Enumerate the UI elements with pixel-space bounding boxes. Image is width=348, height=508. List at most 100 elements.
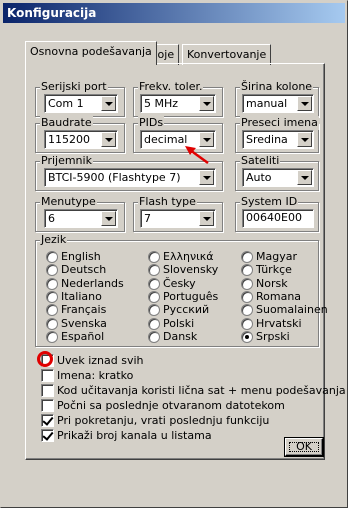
title-bar: Konfiguracija bbox=[3, 3, 345, 23]
name-cut-value: Sredina bbox=[246, 133, 288, 146]
radio-circle[interactable] bbox=[46, 264, 58, 276]
red-arrow-annotation bbox=[185, 146, 209, 165]
baudrate-select[interactable]: 115200 bbox=[44, 130, 118, 149]
language-radio-label: Dansk bbox=[163, 330, 198, 343]
radio-circle[interactable] bbox=[241, 318, 253, 330]
freq-tol-label: Frekv. toler. bbox=[138, 80, 204, 94]
language-radio-label: Türkçe bbox=[256, 263, 292, 276]
language-label: Jezik bbox=[40, 233, 68, 247]
checkbox-box[interactable] bbox=[41, 399, 54, 412]
radio-circle[interactable] bbox=[148, 278, 160, 290]
option-label: Pri pokretanju, vrati poslednju funkciju bbox=[57, 414, 270, 427]
tab-convert[interactable]: Konvertovanje bbox=[182, 44, 272, 65]
serial-port-label: Serijski port bbox=[40, 80, 108, 94]
ok-button[interactable]: OK bbox=[285, 438, 323, 456]
radio-circle[interactable] bbox=[148, 291, 160, 303]
language-radio-label: Hrvatski bbox=[256, 317, 302, 330]
radio-circle[interactable] bbox=[148, 251, 160, 263]
chevron-down-icon[interactable] bbox=[101, 96, 116, 111]
radio-circle[interactable] bbox=[46, 291, 58, 303]
chevron-down-icon[interactable] bbox=[199, 211, 214, 226]
radio-circle[interactable] bbox=[46, 278, 58, 290]
radio-circle[interactable] bbox=[46, 304, 58, 316]
language-radio-label: Suomalainen bbox=[256, 303, 328, 316]
chevron-down-icon[interactable] bbox=[101, 211, 116, 226]
config-dialog: Konfiguracija Osnovna podešavanja Boje K… bbox=[0, 0, 348, 508]
checkbox-box[interactable] bbox=[41, 369, 54, 382]
radio-circle[interactable] bbox=[241, 304, 253, 316]
col-width-group: Širina kolone manual bbox=[235, 80, 319, 117]
flash-type-group: Flash type 7 bbox=[133, 195, 223, 232]
chevron-down-icon[interactable] bbox=[297, 170, 312, 185]
system-id-value: 00640E00 bbox=[246, 211, 302, 224]
language-radio-label: Ελληνικά bbox=[163, 250, 214, 263]
red-circle-annotation bbox=[37, 351, 53, 367]
radio-circle[interactable] bbox=[46, 331, 58, 343]
chevron-down-icon[interactable] bbox=[297, 132, 312, 147]
language-radio-label: Español bbox=[61, 330, 105, 343]
radio-circle[interactable] bbox=[241, 291, 253, 303]
radio-circle[interactable] bbox=[46, 251, 58, 263]
baudrate-value: 115200 bbox=[48, 133, 90, 146]
radio-circle[interactable] bbox=[241, 278, 253, 290]
checkbox-box[interactable] bbox=[41, 414, 54, 427]
option-label: Kod učitavanja koristi lična sat + menu … bbox=[57, 384, 346, 397]
pids-label: PIDs bbox=[138, 116, 165, 130]
baudrate-group: Baudrate 115200 bbox=[35, 116, 125, 153]
chevron-down-icon[interactable] bbox=[297, 96, 312, 111]
radio-circle[interactable] bbox=[241, 331, 253, 343]
language-radio-label: Česky bbox=[163, 277, 196, 290]
freq-tol-select[interactable]: 5 MHz bbox=[140, 94, 216, 113]
flash-type-label: Flash type bbox=[138, 195, 197, 209]
serial-port-select[interactable]: Com 1 bbox=[44, 94, 118, 113]
menutype-select[interactable]: 6 bbox=[44, 209, 118, 228]
option-label: Imena: kratko bbox=[57, 369, 134, 382]
language-radio-label: Romana bbox=[256, 290, 302, 303]
radio-circle[interactable] bbox=[148, 304, 160, 316]
name-cut-select[interactable]: Sredina bbox=[242, 130, 314, 149]
receiver-select[interactable]: BTCI-5900 (Flashtype 7) bbox=[44, 168, 216, 187]
tab-label: Osnovna podešavanja bbox=[30, 45, 152, 58]
menutype-value: 6 bbox=[48, 212, 55, 225]
chevron-down-icon[interactable] bbox=[101, 132, 116, 147]
satellites-select[interactable]: Auto bbox=[242, 168, 314, 187]
language-radio-label: Srpski bbox=[256, 330, 290, 343]
satellites-group: Sateliti Auto bbox=[235, 154, 319, 191]
window-title: Konfiguracija bbox=[7, 6, 97, 20]
checkbox-box[interactable] bbox=[41, 384, 54, 397]
language-radio-label: Français bbox=[61, 303, 107, 316]
system-id-input[interactable]: 00640E00 bbox=[242, 209, 314, 228]
receiver-value: BTCI-5900 (Flashtype 7) bbox=[48, 171, 181, 184]
tab-label: Konvertovanje bbox=[187, 48, 267, 61]
option-label: Prikaži broj kanala u listama bbox=[57, 429, 212, 442]
option-label: Uvek iznad svih bbox=[57, 354, 144, 367]
system-id-group: System ID 00640E00 bbox=[235, 195, 319, 232]
tab-basic-settings[interactable]: Osnovna podešavanja bbox=[25, 41, 157, 67]
menutype-label: Menutype bbox=[40, 195, 97, 209]
language-radio-label: Русский bbox=[163, 303, 210, 316]
system-id-label: System ID bbox=[240, 195, 299, 209]
serial-port-value: Com 1 bbox=[48, 97, 84, 110]
checkbox-box[interactable] bbox=[41, 429, 54, 442]
language-radio-label: Deutsch bbox=[61, 263, 107, 276]
language-radio-label: Nederlands bbox=[61, 277, 124, 290]
language-radio-label: English bbox=[61, 250, 101, 263]
name-cut-label: Preseci imena bbox=[240, 116, 319, 130]
radio-circle[interactable] bbox=[148, 318, 160, 330]
radio-circle[interactable] bbox=[148, 264, 160, 276]
chevron-down-icon[interactable] bbox=[199, 96, 214, 111]
col-width-label: Širina kolone bbox=[240, 80, 314, 94]
freq-tol-value: 5 MHz bbox=[144, 97, 179, 110]
chevron-down-icon[interactable] bbox=[199, 170, 214, 185]
receiver-label: Prijemnik bbox=[40, 154, 93, 168]
satellites-value: Auto bbox=[246, 171, 272, 184]
radio-circle[interactable] bbox=[241, 251, 253, 263]
radio-circle[interactable] bbox=[241, 264, 253, 276]
flash-type-select[interactable]: 7 bbox=[140, 209, 216, 228]
focus-rect bbox=[289, 442, 319, 452]
language-radio-label: Slovensky bbox=[163, 263, 219, 276]
option-label: Počni sa poslednje otvaranom datotekom bbox=[57, 399, 285, 412]
radio-circle[interactable] bbox=[148, 331, 160, 343]
col-width-select[interactable]: manual bbox=[242, 94, 314, 113]
radio-circle[interactable] bbox=[46, 318, 58, 330]
